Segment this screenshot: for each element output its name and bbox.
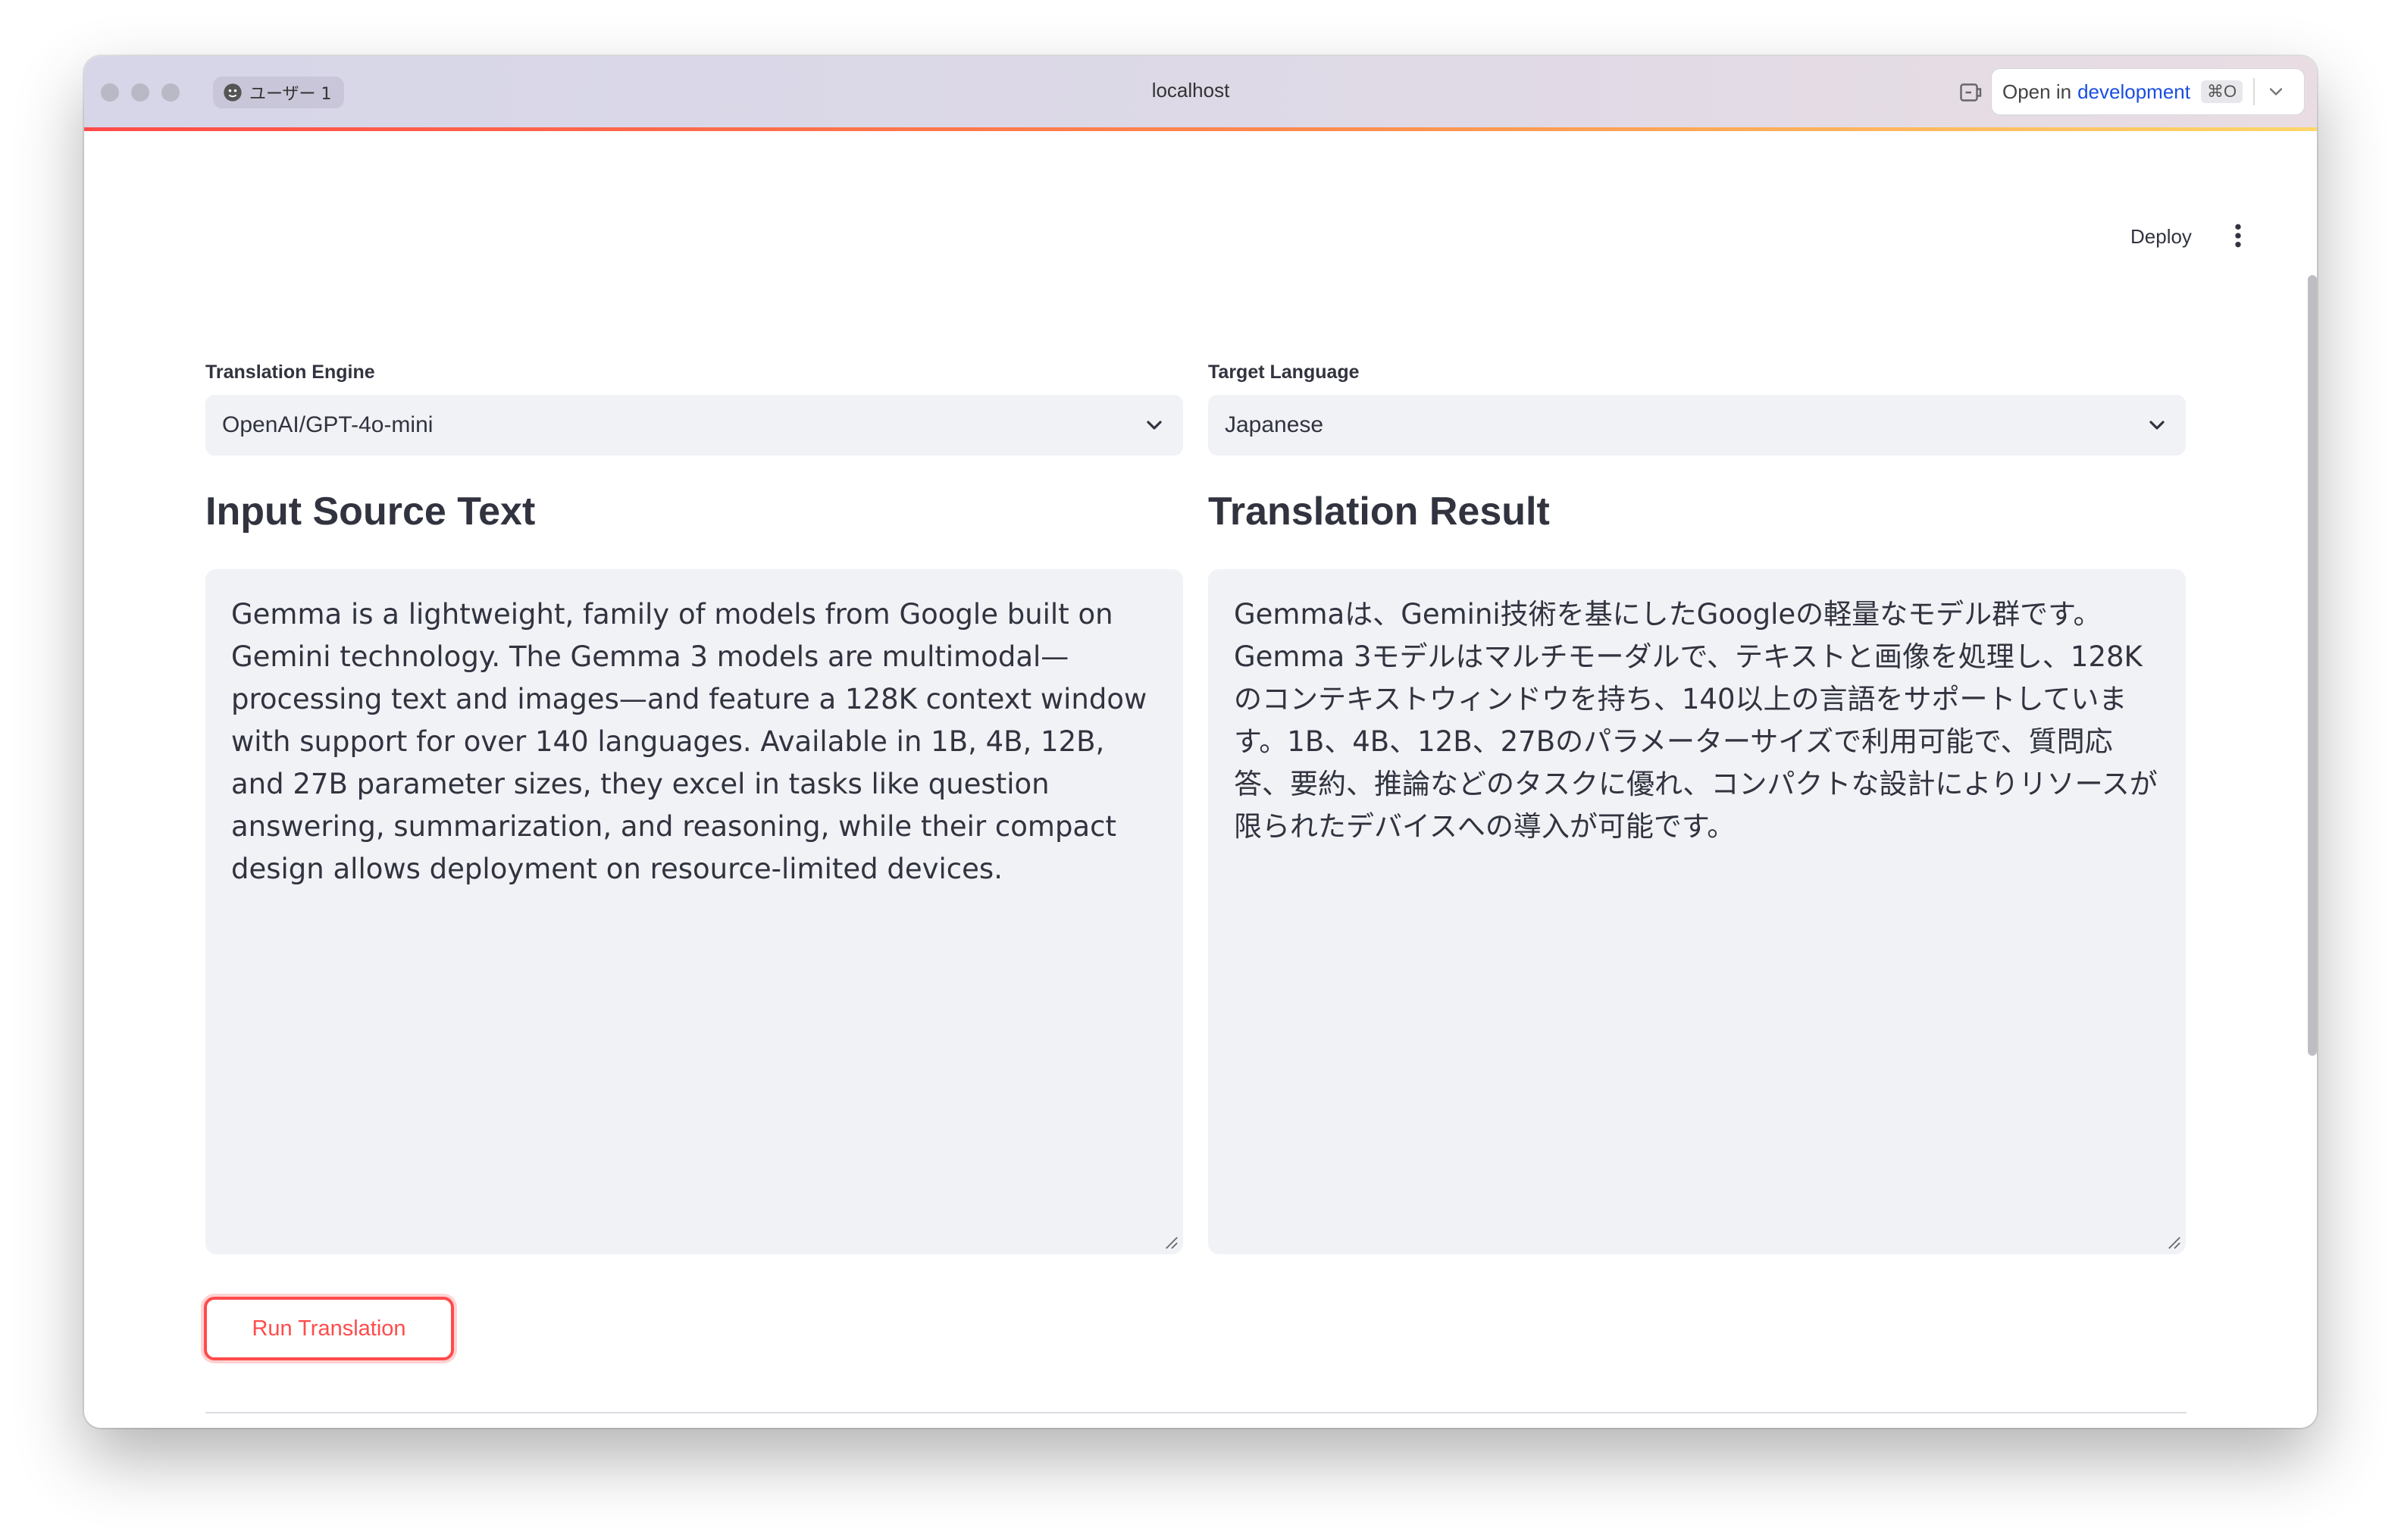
- target-language-selected-value: Japanese: [1225, 412, 1324, 437]
- engine-select[interactable]: OpenAI/GPT-4o-mini: [205, 395, 1183, 455]
- chevron-down-icon[interactable]: [2265, 81, 2287, 102]
- source-text-input[interactable]: Gemma is a lightweight, family of models…: [205, 569, 1183, 1254]
- source-text-value: Gemma is a lightweight, family of models…: [231, 598, 1147, 885]
- extension-icon[interactable]: [1958, 79, 1985, 106]
- profile-label: ユーザー 1: [249, 85, 332, 104]
- open-in-divider: [2253, 78, 2255, 105]
- run-translation-button[interactable]: Run Translation: [204, 1297, 454, 1360]
- open-in-label: Open in: [2002, 80, 2072, 103]
- translation-result-output[interactable]: Gemmaは、Gemini技術を基にしたGoogleの軽量なモデル群です。Gem…: [1208, 569, 2186, 1254]
- close-window-button[interactable]: [101, 83, 119, 102]
- address-bar-url[interactable]: localhost: [1077, 79, 1304, 102]
- divider: [205, 1412, 2187, 1413]
- open-in-button[interactable]: Open in development ⌘O: [1991, 68, 2305, 115]
- chevron-down-icon: [2149, 421, 2165, 430]
- browser-window: ユーザー 1 localhost Open in development ⌘O …: [84, 56, 2317, 1428]
- profile-chip[interactable]: ユーザー 1: [213, 77, 344, 108]
- profile-face-icon: [224, 83, 242, 102]
- minimize-window-button[interactable]: [131, 83, 149, 102]
- app-content: Deploy Translation Engine OpenAI/GPT-4o-…: [84, 131, 2317, 1428]
- deploy-button[interactable]: Deploy: [2130, 225, 2192, 249]
- vertical-scrollbar[interactable]: [2308, 275, 2317, 1056]
- browser-titlebar: ユーザー 1 localhost Open in development ⌘O: [84, 56, 2317, 129]
- chevron-down-icon: [1147, 421, 1162, 430]
- engine-label: Translation Engine: [205, 362, 375, 383]
- output-heading: Translation Result: [1208, 490, 1550, 534]
- translation-result-value: Gemmaは、Gemini技術を基にしたGoogleの軽量なモデル群です。Gem…: [1234, 598, 2158, 843]
- target-language-select[interactable]: Japanese: [1208, 395, 2186, 455]
- more-options-icon[interactable]: [2223, 221, 2253, 251]
- zoom-window-button[interactable]: [161, 83, 180, 102]
- input-heading: Input Source Text: [205, 490, 536, 534]
- resize-handle-icon[interactable]: [1165, 1236, 1179, 1250]
- engine-selected-value: OpenAI/GPT-4o-mini: [222, 412, 434, 437]
- target-language-label: Target Language: [1208, 362, 1360, 383]
- open-in-shortcut: ⌘O: [2200, 80, 2243, 103]
- open-in-environment: development: [2077, 80, 2190, 103]
- resize-handle-icon[interactable]: [2168, 1236, 2181, 1250]
